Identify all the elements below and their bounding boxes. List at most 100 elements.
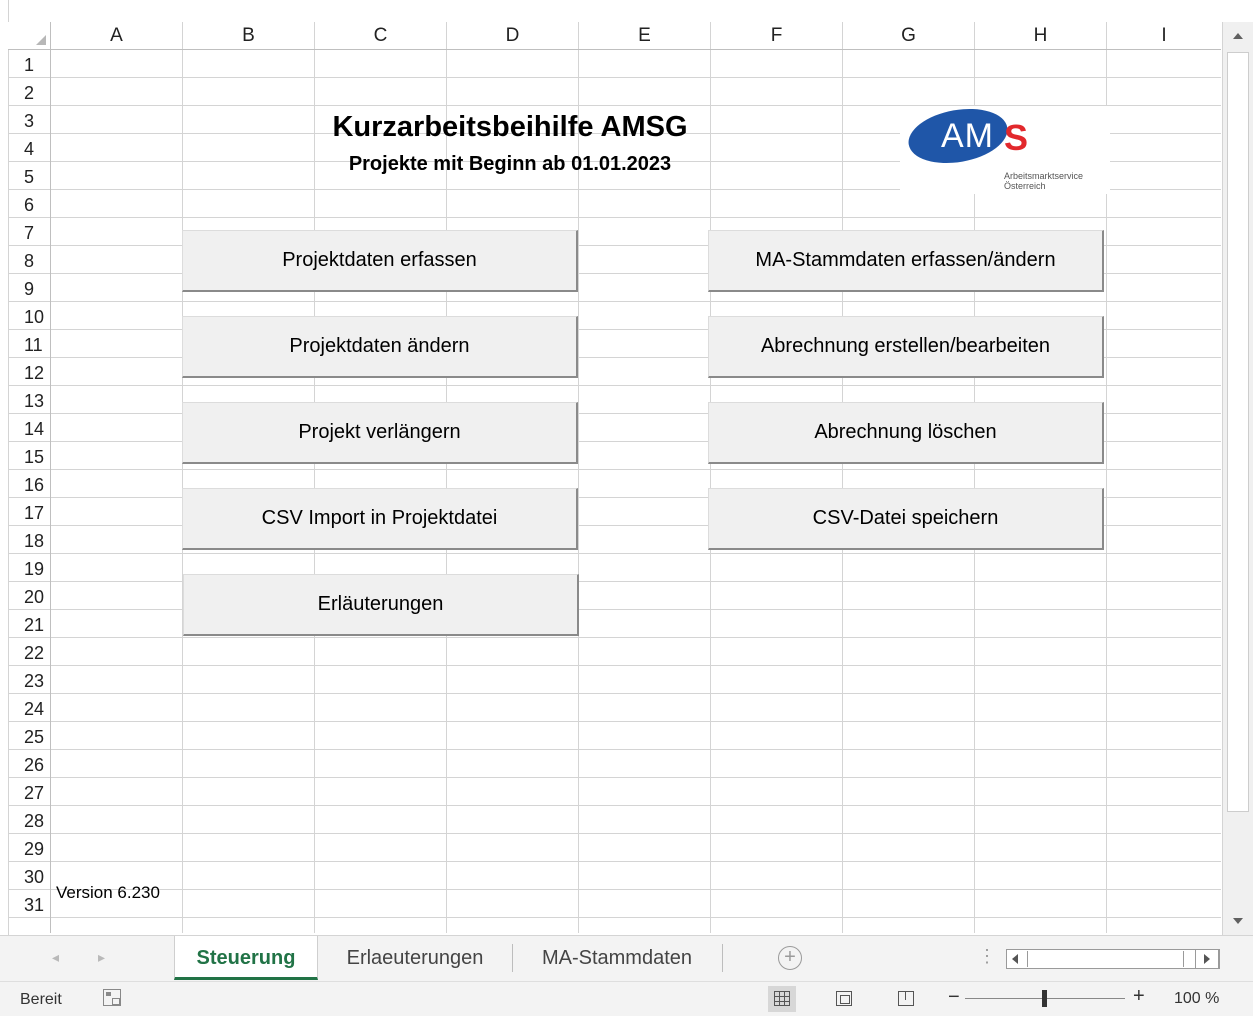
grid-hline [51,721,1221,722]
tab-erlaeuterungen[interactable]: Erlaeuterungen [320,936,510,980]
macro-recording-icon[interactable] [103,989,121,1006]
row-header-8[interactable]: 8 [8,246,50,274]
row-header-7[interactable]: 7 [8,218,50,246]
page-break-view-button[interactable] [892,986,920,1012]
more-options-icon[interactable]: ⋮ [978,946,996,967]
row-header-14[interactable]: 14 [8,414,50,442]
tab-separator [722,944,723,972]
grid-hline [51,469,1221,470]
logo-subtext-2: Österreich [1004,181,1046,191]
row-header-26[interactable]: 26 [8,750,50,778]
row-header-20[interactable]: 20 [8,582,50,610]
scroll-up-arrow-icon[interactable] [1227,25,1249,47]
vertical-scrollbar[interactable] [1222,22,1253,935]
prev-sheet-icon[interactable]: ◂ [52,949,59,966]
row-header-10[interactable]: 10 [8,302,50,330]
row-header-24[interactable]: 24 [8,694,50,722]
excel-window: A B C D E F G H I 1 2 3 4 5 6 7 8 9 10 11 12 13 14 15 1… [0,0,1253,1016]
column-header-i[interactable]: I [1107,22,1221,49]
row-header-1[interactable]: 1 [8,50,50,78]
scroll-left-arrow-icon[interactable] [1012,954,1018,964]
tab-steuerung[interactable]: Steuerung [174,936,318,980]
grid-hline [51,805,1221,806]
abrechnung-loeschen-button[interactable]: Abrechnung löschen [708,402,1104,464]
page-layout-view-button[interactable] [830,986,858,1012]
row-header-23[interactable]: 23 [8,666,50,694]
row-header-12[interactable]: 12 [8,358,50,386]
projekt-verlaengern-button[interactable]: Projekt verlängern [182,402,578,464]
grid-hline [51,917,1221,918]
grid-hline [51,637,1221,638]
zoom-slider-thumb[interactable] [1042,990,1047,1007]
normal-view-button[interactable] [768,986,796,1012]
row-header-21[interactable]: 21 [8,610,50,638]
zoom-out-button[interactable]: − [948,986,960,1009]
next-sheet-icon[interactable]: ▸ [98,949,105,966]
row-header-9[interactable]: 9 [8,274,50,302]
grid-hline [51,665,1221,666]
row-header-11[interactable]: 11 [8,330,50,358]
normal-view-icon [774,991,790,1006]
abrechnung-erstellen-button[interactable]: Abrechnung erstellen/bearbeiten [708,316,1104,378]
projektdaten-aendern-button[interactable]: Projektdaten ändern [182,316,578,378]
csv-import-button[interactable]: CSV Import in Projektdatei [182,488,578,550]
status-ready: Bereit [20,991,62,1008]
scroll-down-arrow-icon[interactable] [1227,910,1249,932]
grid-hline [51,301,1221,302]
projektdaten-erfassen-button[interactable]: Projektdaten erfassen [182,230,578,292]
grid-hline [51,77,1221,78]
ma-stammdaten-button[interactable]: MA-Stammdaten erfassen/ändern [708,230,1104,292]
column-header: A B C D E F G H I [8,22,1221,50]
row-header-16[interactable]: 16 [8,470,50,498]
column-header-f[interactable]: F [711,22,843,49]
logo-subtext-1: Arbeitsmarktservice [1004,171,1084,181]
column-header-c[interactable]: C [315,22,447,49]
row-header-27[interactable]: 27 [8,778,50,806]
column-header-g[interactable]: G [843,22,975,49]
column-header-a[interactable]: A [51,22,183,49]
grid-hline [51,861,1221,862]
row-header-18[interactable]: 18 [8,526,50,554]
row-header-5[interactable]: 5 [8,162,50,190]
row-header-22[interactable]: 22 [8,638,50,666]
row-header-13[interactable]: 13 [8,386,50,414]
tab-ma-stammdaten[interactable]: MA-Stammdaten [514,936,720,980]
row-header-19[interactable]: 19 [8,554,50,582]
vertical-scroll-thumb[interactable] [1227,52,1249,812]
row-header-31[interactable]: 31 [8,890,50,918]
row-header-29[interactable]: 29 [8,834,50,862]
horizontal-scrollbar[interactable] [1006,949,1220,969]
grid-hline [51,749,1221,750]
row-header-2[interactable]: 2 [8,78,50,106]
zoom-level[interactable]: 100 % [1174,990,1219,1008]
logo-mark-left: AM [941,117,994,155]
version-label: Version 6.230 [56,883,160,902]
tab-separator [512,944,513,972]
page-break-icon [898,991,914,1006]
csv-speichern-button[interactable]: CSV-Datei speichern [708,488,1104,550]
row-header-28[interactable]: 28 [8,806,50,834]
select-all-corner[interactable] [8,22,51,49]
status-bar: Bereit − + 100 % [0,981,1253,1016]
scroll-right-arrow-icon[interactable] [1195,949,1219,969]
row-header-3[interactable]: 3 [8,106,50,134]
row-header-30[interactable]: 30 [8,862,50,890]
row-header-25[interactable]: 25 [8,722,50,750]
erlaeuterungen-button[interactable]: Erläuterungen [183,574,579,636]
column-header-d[interactable]: D [447,22,579,49]
grid-hline [51,889,1221,890]
add-sheet-icon[interactable]: + [778,946,802,970]
column-header-h[interactable]: H [975,22,1107,49]
grid-hline [51,217,1221,218]
grid-hline [51,693,1221,694]
row-header: 1 2 3 4 5 6 7 8 9 10 11 12 13 14 15 16 17 18 19 20 21 22 23 24 2… [8,50,51,933]
row-header-6[interactable]: 6 [8,190,50,218]
row-header-15[interactable]: 15 [8,442,50,470]
column-header-e[interactable]: E [579,22,711,49]
page-layout-icon [836,991,852,1006]
row-header-17[interactable]: 17 [8,498,50,526]
horizontal-scroll-thumb[interactable] [1027,951,1184,967]
column-header-b[interactable]: B [183,22,315,49]
zoom-in-button[interactable]: + [1133,985,1145,1008]
row-header-4[interactable]: 4 [8,134,50,162]
